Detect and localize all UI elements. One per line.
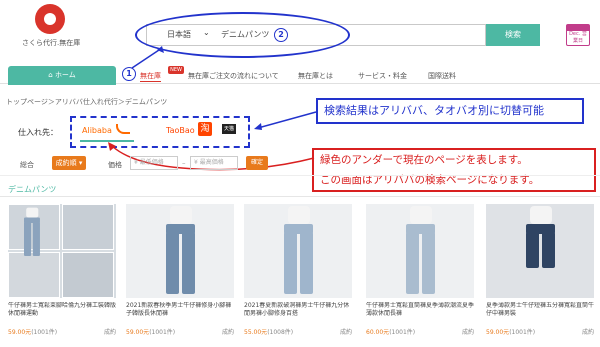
product-card[interactable]: 夏季薄款男士牛仔短褲五分褲寬鬆直筒牛仔中褲男裝 59.00元(1001件) 成約 [486, 204, 594, 336]
product-orders: 成約 [221, 329, 234, 336]
sort-by-sales-button[interactable]: 成約順 ▾ [52, 156, 86, 170]
product-price: 59.00元 [126, 329, 150, 336]
annotation-number-2: 2 [274, 28, 288, 42]
nav-item-service[interactable]: サービス・料金 [358, 71, 407, 81]
new-badge: NEW [168, 66, 184, 74]
nav-home-label: ホーム [54, 71, 76, 79]
product-sales: (1001件) [149, 329, 176, 336]
product-price: 60.00元 [366, 329, 390, 336]
product-title[interactable]: 2021新款春秋季男士牛仔褲修身小腳褲子韓版長休閒褲 [126, 302, 234, 326]
nav-item-order-flow[interactable]: 無在庫ご注文の流れについて [188, 71, 279, 81]
product-orders: 成約 [103, 329, 116, 336]
product-image[interactable] [486, 204, 594, 298]
search-button[interactable]: 検索 [486, 24, 540, 46]
product-sales: (1008件) [267, 329, 294, 336]
source-alibaba[interactable]: Alibaba [82, 126, 112, 135]
product-sales: (1001件) [509, 329, 536, 336]
product-sales: (1001件) [389, 329, 416, 336]
product-image[interactable] [244, 204, 352, 298]
min-price-input[interactable]: ¥ 最低価格 [130, 156, 178, 170]
product-sales: (1001件) [31, 329, 58, 336]
product-card[interactable]: 牛仔褲男士寬鬆束腳哈倫九分褲工裝韓版休閒褲運動 59.00元(1001件) 成約 [8, 204, 116, 336]
annotation-arrow-blue [254, 111, 317, 130]
product-image[interactable] [8, 204, 116, 298]
product-card[interactable]: 2021春夏新款破洞褲男士牛仔褲九分休閒男褲小腳修身百搭 55.00元(1008… [244, 204, 352, 336]
nav-item-shipping[interactable]: 国際送料 [428, 71, 456, 81]
callout-switch-source: 検索結果はアリババ、タオバオ別に切替可能 [316, 98, 584, 124]
filter-row [0, 152, 600, 176]
product-card[interactable]: 2021新款春秋季男士牛仔褲修身小腳褲子韓版長休閒褲 59.00元(1001件)… [126, 204, 234, 336]
product-image[interactable] [126, 204, 234, 298]
product-image[interactable] [366, 204, 474, 298]
product-orders: 成約 [461, 329, 474, 336]
sakura-logo-icon [35, 4, 65, 34]
taobao-logo-icon[interactable]: 淘 [198, 122, 212, 136]
price-confirm-button[interactable]: 確定 [246, 156, 268, 170]
calendar-label: Dec. 営業日 [569, 31, 587, 44]
tmall-logo-icon[interactable]: 天猫 [222, 124, 236, 134]
source-taobao[interactable]: TaoBao [166, 126, 195, 135]
home-icon: ⌂ [48, 71, 55, 79]
nav-item-about[interactable]: 無在庫とは [298, 71, 333, 81]
price-label: 価格 [108, 161, 122, 169]
max-price-input[interactable]: ¥ 最高価格 [190, 156, 238, 170]
nav-home[interactable]: ⌂ ホーム [8, 66, 116, 85]
product-price: 59.00元 [486, 329, 510, 336]
product-card[interactable]: 牛仔褲男士寬鬆直筒褲夏季薄款潮流夏季薄款休閒長褲 60.00元(1001件) 成約 [366, 204, 474, 336]
breadcrumb: トップページ＞アリババ仕入れ代行＞デニムパンツ [6, 98, 168, 106]
site-logo[interactable]: さくら代行.無在庫 [22, 4, 81, 48]
price-range-dash: – [182, 159, 186, 167]
nav-item-muzaiko[interactable]: 無在庫 [140, 71, 161, 82]
product-title[interactable]: 牛仔褲男士寬鬆直筒褲夏季薄款潮流夏季薄款休閒長褲 [366, 302, 474, 326]
product-price: 59.00元 [8, 329, 32, 336]
product-orders: 成約 [581, 329, 594, 336]
sort-overall[interactable]: 総合 [20, 160, 34, 170]
product-title[interactable]: 2021春夏新款破洞褲男士牛仔褲九分休閒男褲小腳修身百搭 [244, 302, 352, 326]
section-title: デニムパンツ [8, 185, 57, 194]
logo-text: さくら代行.無在庫 [22, 39, 81, 47]
product-title[interactable]: 牛仔褲男士寬鬆束腳哈倫九分褲工裝韓版休閒褲運動 [8, 302, 116, 326]
product-orders: 成約 [339, 329, 352, 336]
product-title[interactable]: 夏季薄款男士牛仔短褲五分褲寬鬆直筒牛仔中褲男裝 [486, 302, 594, 326]
product-price: 55.00元 [244, 329, 268, 336]
section-divider [0, 196, 600, 197]
calendar-icon[interactable]: Dec. 営業日 [566, 24, 590, 46]
source-label: 仕入れ先： [18, 128, 58, 137]
